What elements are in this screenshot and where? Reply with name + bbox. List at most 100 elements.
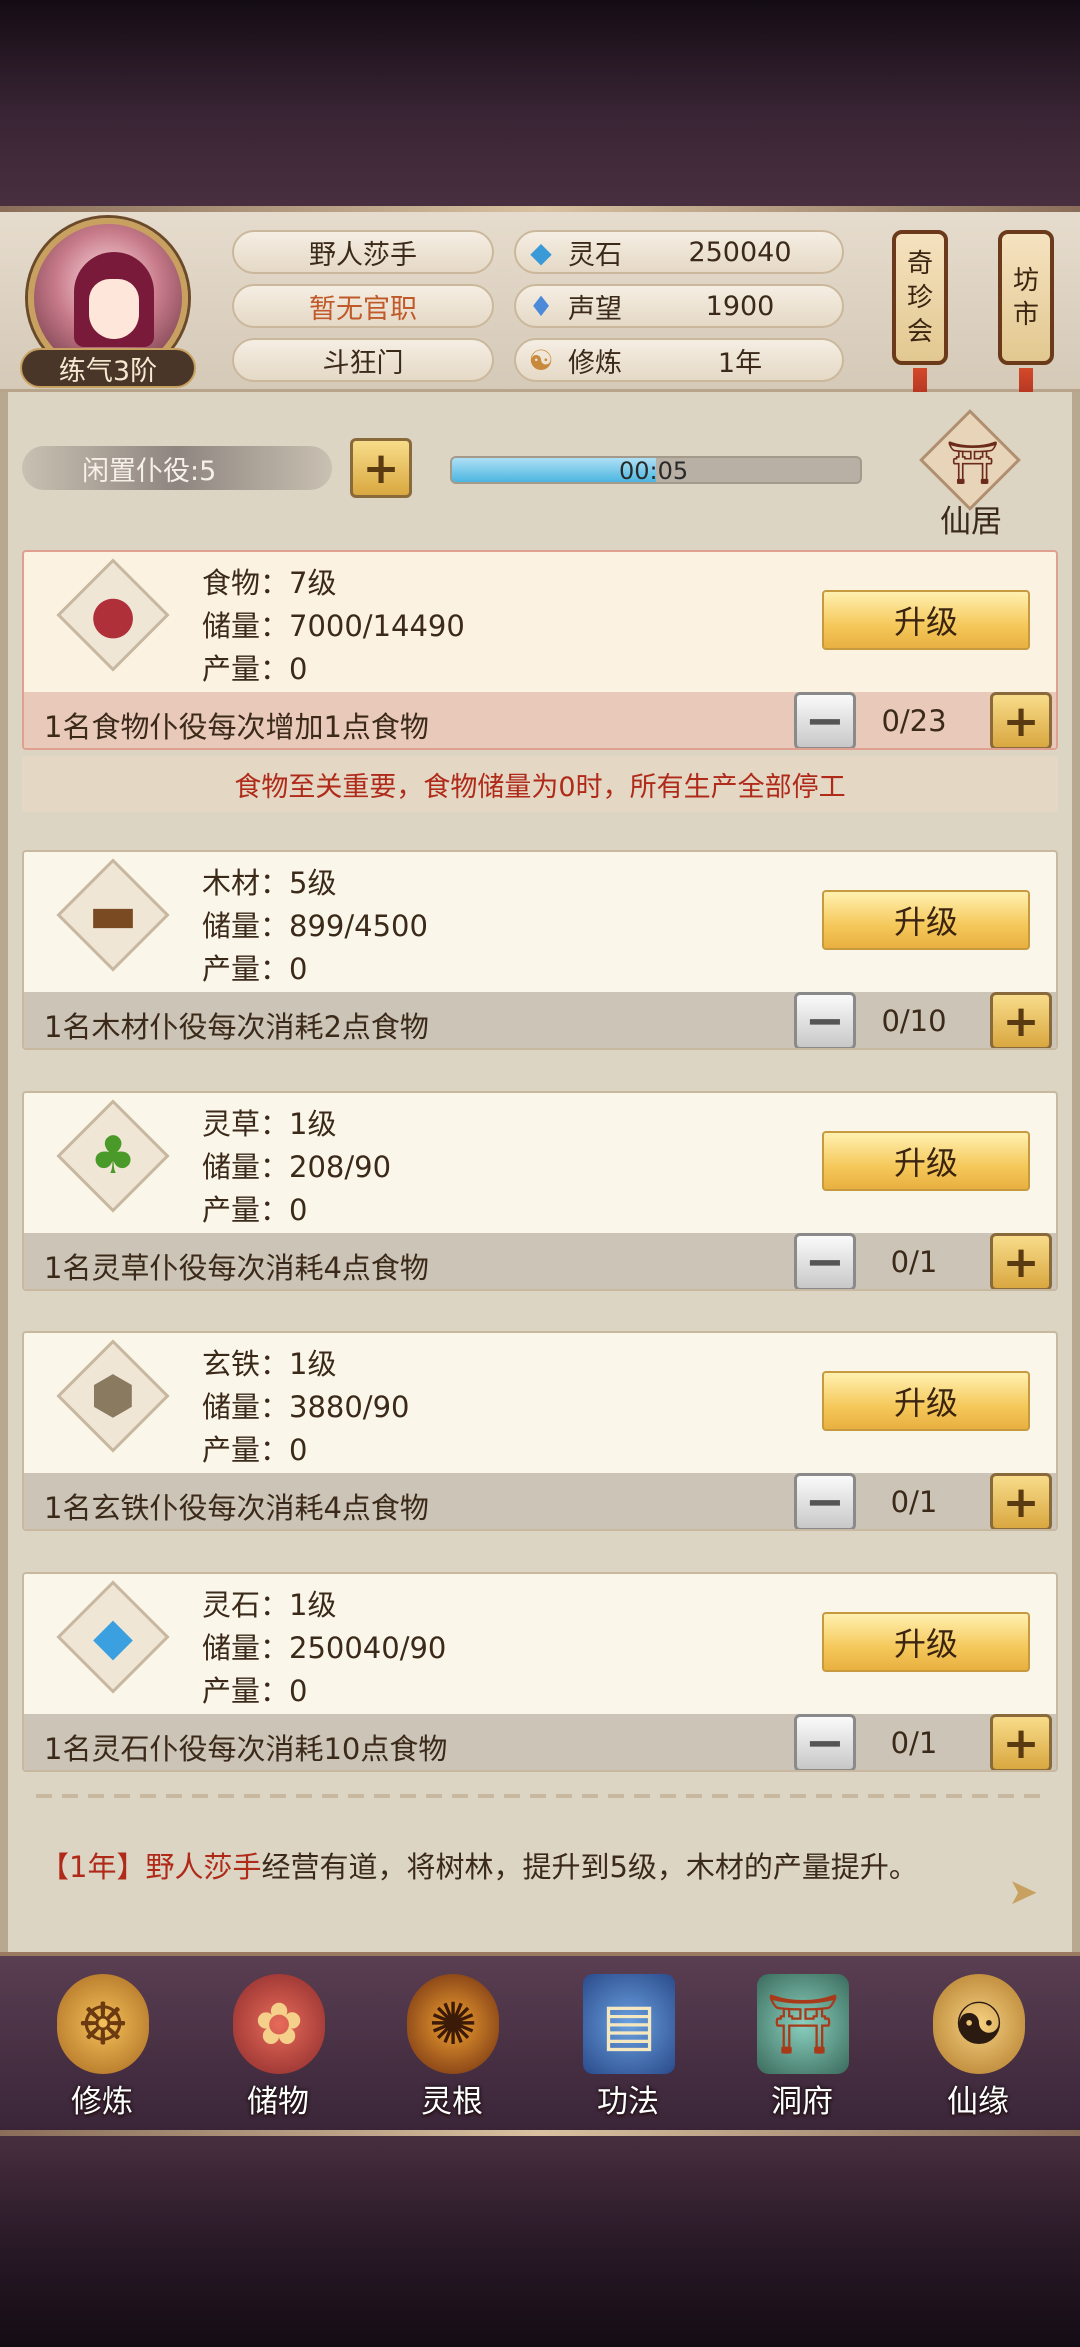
resource-output: 产量：0 bbox=[202, 952, 308, 986]
resource-output: 产量：0 bbox=[202, 652, 308, 686]
resource-info: 灵石：1级 储量：250040/90 产量：0 bbox=[202, 1584, 446, 1713]
remove-worker-button[interactable]: − bbox=[794, 1233, 856, 1289]
immortal-fate-icon: ☯ bbox=[933, 1974, 1025, 2074]
bottom-nav: ☸ 修炼 ✿ 储物 ✺ 灵根 ▤ 功法 ⛩ 洞府 ☯ 仙缘 bbox=[0, 1952, 1080, 2130]
nav-immortal-fate[interactable]: ☯ 仙缘 bbox=[908, 1974, 1048, 2124]
worker-timer-text: 00:05 bbox=[619, 457, 689, 484]
nav-spirit-root[interactable]: ✺ 灵根 bbox=[382, 1974, 522, 2124]
worker-row: 1名食物仆役每次增加1点食物 − 0/23 + bbox=[24, 692, 1056, 748]
remove-worker-button[interactable]: − bbox=[794, 692, 856, 748]
lantern-market[interactable]: 坊 市 bbox=[998, 230, 1054, 365]
nav-label: 洞府 bbox=[771, 2084, 833, 2120]
official-title: 暂无官职 bbox=[232, 284, 494, 328]
log-message: 经营有道，将树林，提升到5级，木材的产量提升。 bbox=[261, 1850, 918, 1884]
resource-thumb: ▬ bbox=[56, 858, 170, 972]
nav-label: 储物 bbox=[247, 2084, 309, 2120]
upgrade-button[interactable]: 升级 bbox=[822, 590, 1030, 650]
nav-label: 仙缘 bbox=[947, 2084, 1009, 2120]
upgrade-button[interactable]: 升级 bbox=[822, 1612, 1030, 1672]
resource-level: 食物：7级 bbox=[202, 566, 337, 600]
upgrade-button[interactable]: 升级 bbox=[822, 890, 1030, 950]
idle-workers-label: 闲置仆役:5 bbox=[22, 446, 332, 490]
resource-card-food: ● 食物：7级 储量：7000/14490 产量：0 升级 1名食物仆役每次增加… bbox=[22, 550, 1058, 750]
nav-technique[interactable]: ▤ 功法 bbox=[558, 1974, 698, 2124]
nav-cultivation[interactable]: ☸ 修炼 bbox=[32, 1974, 172, 2124]
stat-spirit-stone: ◆ 灵石 250040 bbox=[514, 230, 844, 274]
resource-info: 玄铁：1级 储量：3880/90 产量：0 bbox=[202, 1343, 409, 1472]
add-worker-button[interactable]: + bbox=[990, 1714, 1052, 1770]
add-worker-button[interactable]: + bbox=[350, 438, 412, 498]
worker-count: 0/23 bbox=[881, 704, 947, 738]
technique-book-icon: ▤ bbox=[583, 1974, 675, 2074]
resource-storage: 储量：3880/90 bbox=[202, 1390, 410, 1424]
worker-row: 1名灵草仆役每次消耗4点食物 − 0/1 + bbox=[24, 1233, 1056, 1289]
meat-icon: ● bbox=[90, 585, 136, 645]
lantern-char: 奇 bbox=[906, 248, 933, 279]
upgrade-button[interactable]: 升级 bbox=[822, 1371, 1030, 1431]
resource-info: 食物：7级 储量：7000/14490 产量：0 bbox=[202, 562, 465, 691]
worker-count: 0/1 bbox=[890, 1485, 938, 1519]
nav-label: 灵根 bbox=[421, 2084, 483, 2120]
resource-level: 灵石：1级 bbox=[202, 1588, 337, 1622]
spirit-crystal-icon: ◆ bbox=[93, 1607, 133, 1667]
resource-info: 木材：5级 储量：899/4500 产量：0 bbox=[202, 862, 428, 991]
cultivation-monk-icon: ☸ bbox=[57, 1974, 149, 2074]
remove-worker-button[interactable]: − bbox=[794, 1473, 856, 1529]
add-worker-button[interactable]: + bbox=[990, 1473, 1052, 1529]
resource-card-wood: ▬ 木材：5级 储量：899/4500 产量：0 升级 1名木材仆役每次消耗2点… bbox=[22, 850, 1058, 1050]
spirit-stone-icon: ◆ bbox=[530, 235, 552, 269]
resource-info: 灵草：1级 储量：208/90 产量：0 bbox=[202, 1103, 391, 1232]
player-name: 野人莎手 bbox=[232, 230, 494, 274]
resource-level: 玄铁：1级 bbox=[202, 1347, 337, 1381]
wood-logs-icon: ▬ bbox=[88, 885, 138, 945]
iron-ore-icon: ⬢ bbox=[90, 1366, 136, 1426]
worker-count: 0/10 bbox=[881, 1004, 947, 1038]
resource-card-herb: ♣ 灵草：1级 储量：208/90 产量：0 升级 1名灵草仆役每次消耗4点食物… bbox=[22, 1091, 1058, 1291]
worker-desc: 1名灵草仆役每次消耗4点食物 bbox=[44, 1251, 429, 1285]
panel-border-right bbox=[1072, 392, 1080, 1952]
resource-output: 产量：0 bbox=[202, 1193, 308, 1227]
worker-desc: 1名玄铁仆役每次消耗4点食物 bbox=[44, 1491, 429, 1525]
worker-count: 0/1 bbox=[890, 1726, 938, 1760]
lantern-treasure-fair[interactable]: 奇 珍 会 bbox=[892, 230, 948, 365]
cave-dwelling-icon: ⛩ bbox=[757, 1974, 849, 2074]
lantern-char: 会 bbox=[906, 316, 933, 347]
add-worker-button[interactable]: + bbox=[990, 692, 1052, 748]
resource-thumb: ⬢ bbox=[56, 1339, 170, 1453]
add-worker-button[interactable]: + bbox=[990, 1233, 1052, 1289]
resource-level: 木材：5级 bbox=[202, 866, 337, 900]
avatar-face bbox=[89, 279, 139, 339]
remove-worker-button[interactable]: − bbox=[794, 992, 856, 1048]
stat-label: 声望 bbox=[568, 293, 622, 325]
stat-label: 修炼 bbox=[568, 347, 622, 379]
resource-storage: 储量：250040/90 bbox=[202, 1631, 447, 1665]
resource-thumb: ◆ bbox=[56, 1580, 170, 1694]
resource-card-iron: ⬢ 玄铁：1级 储量：3880/90 产量：0 升级 1名玄铁仆役每次消耗4点食… bbox=[22, 1331, 1058, 1531]
panel-border-left bbox=[0, 392, 8, 1952]
log-actor: 野人莎手 bbox=[145, 1850, 262, 1884]
resource-storage: 储量：899/4500 bbox=[202, 909, 428, 943]
spirit-root-icon: ✺ bbox=[407, 1974, 499, 2074]
worker-row: 1名玄铁仆役每次消耗4点食物 − 0/1 + bbox=[24, 1473, 1056, 1529]
prestige-crystal-icon: ♦ bbox=[528, 289, 554, 323]
log-divider bbox=[36, 1794, 1046, 1798]
worker-row: 1名灵石仆役每次消耗10点食物 − 0/1 + bbox=[24, 1714, 1056, 1770]
resource-card-spirit-stone: ◆ 灵石：1级 储量：250040/90 产量：0 升级 1名灵石仆役每次消耗1… bbox=[22, 1572, 1058, 1772]
nav-storage[interactable]: ✿ 储物 bbox=[208, 1974, 348, 2124]
log-expand-icon[interactable]: ➤ bbox=[1008, 1872, 1038, 1913]
cultivation-rank-badge: 练气3阶 bbox=[20, 348, 196, 388]
worker-desc: 1名食物仆役每次增加1点食物 bbox=[44, 710, 429, 744]
sect-name: 斗狂门 bbox=[232, 338, 494, 382]
residence-label: 仙居 bbox=[940, 504, 1002, 540]
worker-timer-bar: 00:05 bbox=[450, 456, 862, 484]
resource-storage: 储量：7000/14490 bbox=[202, 609, 465, 643]
upgrade-button[interactable]: 升级 bbox=[822, 1131, 1030, 1191]
stat-label: 灵石 bbox=[568, 239, 622, 271]
stat-value: 1年 bbox=[717, 347, 763, 379]
nav-cave-dwelling[interactable]: ⛩ 洞府 bbox=[732, 1974, 872, 2124]
add-worker-button[interactable]: + bbox=[990, 992, 1052, 1048]
top-backdrop bbox=[0, 0, 1080, 215]
lantern-char: 坊 bbox=[1012, 265, 1039, 296]
remove-worker-button[interactable]: − bbox=[794, 1714, 856, 1770]
storage-bag-icon: ✿ bbox=[233, 1974, 325, 2074]
